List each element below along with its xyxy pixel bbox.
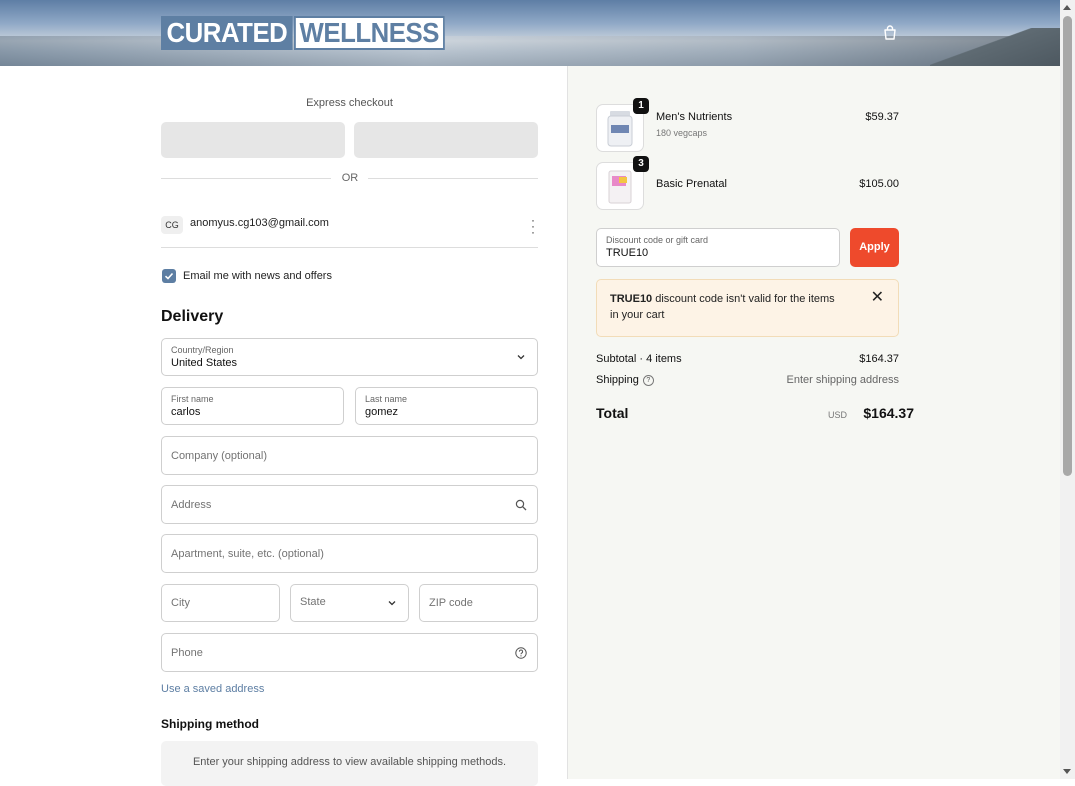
shipping-method-message: Enter your shipping address to view avai… [192,756,507,768]
logo-word-2: WELLNESS [294,16,445,50]
state-select[interactable]: State [290,584,409,622]
or-divider-left [161,178,331,179]
subtotal-value: $164.37 [859,353,899,365]
account-email: anomyus.cg103@gmail.com [190,217,329,229]
cart-item: 1 Men's Nutrients 180 vegcaps $59.37 [596,98,899,154]
cart-item: 3 Basic Prenatal $105.00 [596,156,899,212]
discount-code-field[interactable]: Discount code or gift card TRUE10 [596,228,840,267]
scroll-down-icon[interactable] [1063,769,1071,774]
apartment-field[interactable]: Apartment, suite, etc. (optional) [161,534,538,573]
shipping-row: Shipping? Enter shipping address [596,374,899,386]
total-currency: USD [828,410,848,420]
item-price: $59.37 [865,111,899,123]
city-placeholder: City [171,597,190,609]
phone-field[interactable]: Phone [161,633,538,672]
express-checkout-label: Express checkout [306,97,393,109]
subtotal-row: Subtotal · 4 items $164.37 [596,353,899,365]
help-icon[interactable] [515,646,527,659]
quantity-badge: 1 [633,98,649,114]
header-banner: CURATED WELLNESS [0,0,1060,66]
use-saved-address-link[interactable]: Use a saved address [161,683,264,695]
avatar: CG [161,216,183,234]
banner-mountain [930,28,1060,66]
page-scrollbar[interactable] [1060,0,1075,779]
chevron-down-icon [517,355,525,360]
apartment-placeholder: Apartment, suite, etc. (optional) [171,547,324,560]
shipping-label: Shipping [596,374,639,386]
search-icon [515,499,527,510]
first-name-label: First name [171,394,214,404]
banner-haze [0,36,1060,66]
item-variant: 180 vegcaps [656,128,708,138]
or-divider-text: OR [341,172,359,184]
discount-error-alert: TRUE10 discount code isn't valid for the… [596,279,899,337]
zip-field[interactable]: ZIP code [419,584,538,622]
state-placeholder: State [300,596,326,608]
shipping-value: Enter shipping address [786,374,899,386]
country-value: United States [171,357,238,369]
address-field[interactable]: Address [161,485,538,524]
last-name-label: Last name [365,394,408,404]
zip-placeholder: ZIP code [429,597,473,609]
item-name: Basic Prenatal [656,178,727,190]
first-name-value: carlos [171,406,201,418]
shopping-bag-icon[interactable] [882,25,898,41]
alert-message: TRUE10 discount code isn't valid for the… [610,291,840,323]
close-icon[interactable]: ✕ [871,290,884,306]
company-placeholder: Company (optional) [171,449,267,462]
country-select[interactable]: Country/Region United States [161,338,538,376]
shipping-method-box: Enter your shipping address to view avai… [161,741,538,786]
country-label: Country/Region [171,345,234,355]
total-value: $164.37 [863,405,914,421]
last-name-value: gomez [365,406,399,418]
express-pay-button-1[interactable] [161,122,345,158]
newsletter-checkbox[interactable] [162,269,176,283]
newsletter-label: Email me with news and offers [183,270,332,282]
help-icon[interactable]: ? [642,374,654,386]
first-name-field[interactable]: First name carlos [161,387,344,425]
scroll-up-icon[interactable] [1063,5,1071,10]
quantity-badge: 3 [633,156,649,172]
account-row: CG anomyus.cg103@gmail.com · · · [161,213,538,248]
delivery-heading: Delivery [161,308,224,325]
alert-code: TRUE10 [610,293,653,305]
company-field[interactable]: Company (optional) [161,436,538,475]
address-placeholder: Address [171,498,212,511]
phone-placeholder: Phone [171,646,203,659]
express-pay-button-2[interactable] [354,122,538,158]
chevron-down-icon [388,601,396,606]
city-field[interactable]: City [161,584,280,622]
subtotal-label: Subtotal · 4 items [596,353,682,365]
more-options-icon[interactable]: · · · [530,214,536,238]
discount-label: Discount code or gift card [606,235,709,245]
last-name-field[interactable]: Last name gomez [355,387,538,425]
shipping-method-heading: Shipping method [161,717,259,731]
item-name: Men's Nutrients [656,111,733,123]
apply-button[interactable]: Apply [850,228,899,267]
checkmark-icon [164,272,174,280]
scrollbar-thumb[interactable] [1063,16,1072,476]
item-price: $105.00 [859,178,899,190]
or-divider-right [368,178,538,179]
discount-value: TRUE10 [606,247,649,259]
logo-word-1: CURATED [161,16,293,50]
total-label: Total [596,405,629,421]
brand-logo[interactable]: CURATED WELLNESS [161,16,458,50]
